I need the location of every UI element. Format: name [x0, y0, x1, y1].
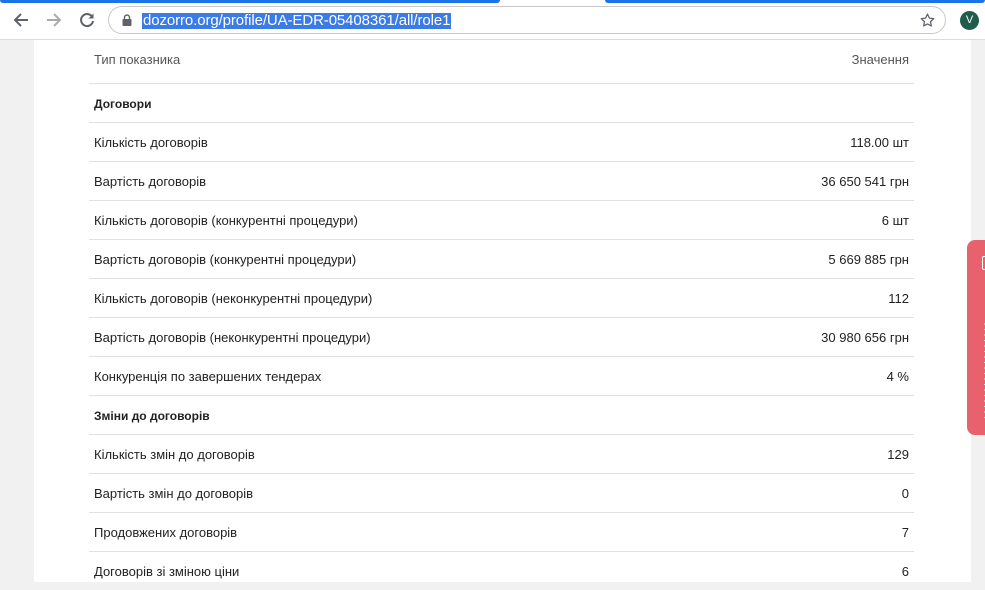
indicator-name: Кількість договорів	[94, 135, 208, 150]
indicator-name: Вартість договорів	[94, 174, 207, 189]
indicator-value: 30 980 656 грн	[821, 330, 909, 345]
page-content: Тип показника Значення Договори Кількість…	[34, 40, 971, 582]
table-header-row: Тип показника Значення	[89, 40, 914, 84]
forward-button[interactable]	[42, 8, 66, 32]
indicator-value: 7	[901, 525, 909, 540]
indicator-value: 112	[888, 291, 909, 306]
address-bar[interactable]: dozorro.org/profile/UA-EDR-05408361/all/…	[108, 6, 946, 34]
table-row: Кількість договорів 118.00 шт	[89, 123, 914, 162]
indicator-value: 118.00 шт	[850, 135, 909, 150]
indicator-name: Конкуренція по завершених тендерах	[94, 369, 322, 384]
indicator-value: 129	[887, 447, 909, 462]
indicator-name: Вартість договорів (неконкурентні процед…	[94, 330, 371, 345]
column-header-value: Значення	[851, 52, 909, 67]
profile-avatar[interactable]: V	[960, 11, 979, 30]
table-row: Вартість змін до договорів 0	[89, 474, 914, 513]
arrow-right-icon	[47, 13, 62, 27]
browser-toolbar: dozorro.org/profile/UA-EDR-05408361/all/…	[0, 0, 985, 40]
indicator-value: 0	[901, 486, 909, 501]
table-row: Вартість договорів (неконкурентні процед…	[89, 318, 914, 357]
table-row: Кількість договорів (конкурентні процеду…	[89, 201, 914, 240]
indicator-name: Вартість договорів (конкурентні процедур…	[94, 252, 357, 267]
table-row: Кількість змін до договорів 129	[89, 435, 914, 474]
reload-icon	[80, 13, 94, 28]
indicator-name: Кількість договорів (конкурентні процеду…	[94, 213, 358, 228]
table-section-row: Зміни до договорів	[89, 396, 914, 435]
table-section-row: Договори	[89, 84, 914, 123]
table-row: Вартість договорів (конкурентні процедур…	[89, 240, 914, 279]
reload-button[interactable]	[75, 8, 99, 32]
section-title: Договори	[94, 97, 152, 111]
tab-indicator	[605, 0, 985, 3]
indicator-value: 6 шт	[881, 213, 909, 228]
indicator-name: Вартість змін до договорів	[94, 486, 254, 501]
indicators-table: Тип показника Значення Договори Кількість…	[89, 40, 914, 590]
table-row: Продовжених договорів 7	[89, 513, 914, 552]
column-header-type: Тип показника	[94, 52, 181, 67]
table-row: Вартість договорів 36 650 541 грн	[89, 162, 914, 201]
table-row: Конкуренція по завершених тендерах 4 %	[89, 357, 914, 396]
section-title: Зміни до договорів	[94, 409, 210, 423]
lock-icon	[122, 14, 132, 26]
indicator-name: Договорів зі зміною ціни	[94, 564, 240, 579]
feedback-tab-text: · · · · · · · · · · · · · · · · · ·	[981, 322, 985, 419]
indicator-value: 6	[901, 564, 909, 579]
url-text[interactable]: dozorro.org/profile/UA-EDR-05408361/all/…	[142, 13, 452, 29]
arrow-left-icon	[13, 13, 28, 27]
indicator-value: 4 %	[886, 369, 909, 384]
active-tab-indicator	[0, 0, 500, 3]
back-button[interactable]	[9, 8, 33, 32]
table-row: Кількість договорів (неконкурентні проце…	[89, 279, 914, 318]
indicator-name: Продовжених договорів	[94, 525, 238, 540]
feedback-tab[interactable]: · · · · · · · · · · · · · · · · · ·	[967, 240, 985, 435]
indicator-value: 5 669 885 грн	[828, 252, 909, 267]
star-icon[interactable]	[919, 12, 936, 29]
table-row: Договорів зі зміною ціни 6	[89, 552, 914, 590]
indicator-name: Кількість змін до договорів	[94, 447, 255, 462]
indicator-value: 36 650 541 грн	[821, 174, 909, 189]
indicator-name: Кількість договорів (неконкурентні проце…	[94, 291, 373, 306]
